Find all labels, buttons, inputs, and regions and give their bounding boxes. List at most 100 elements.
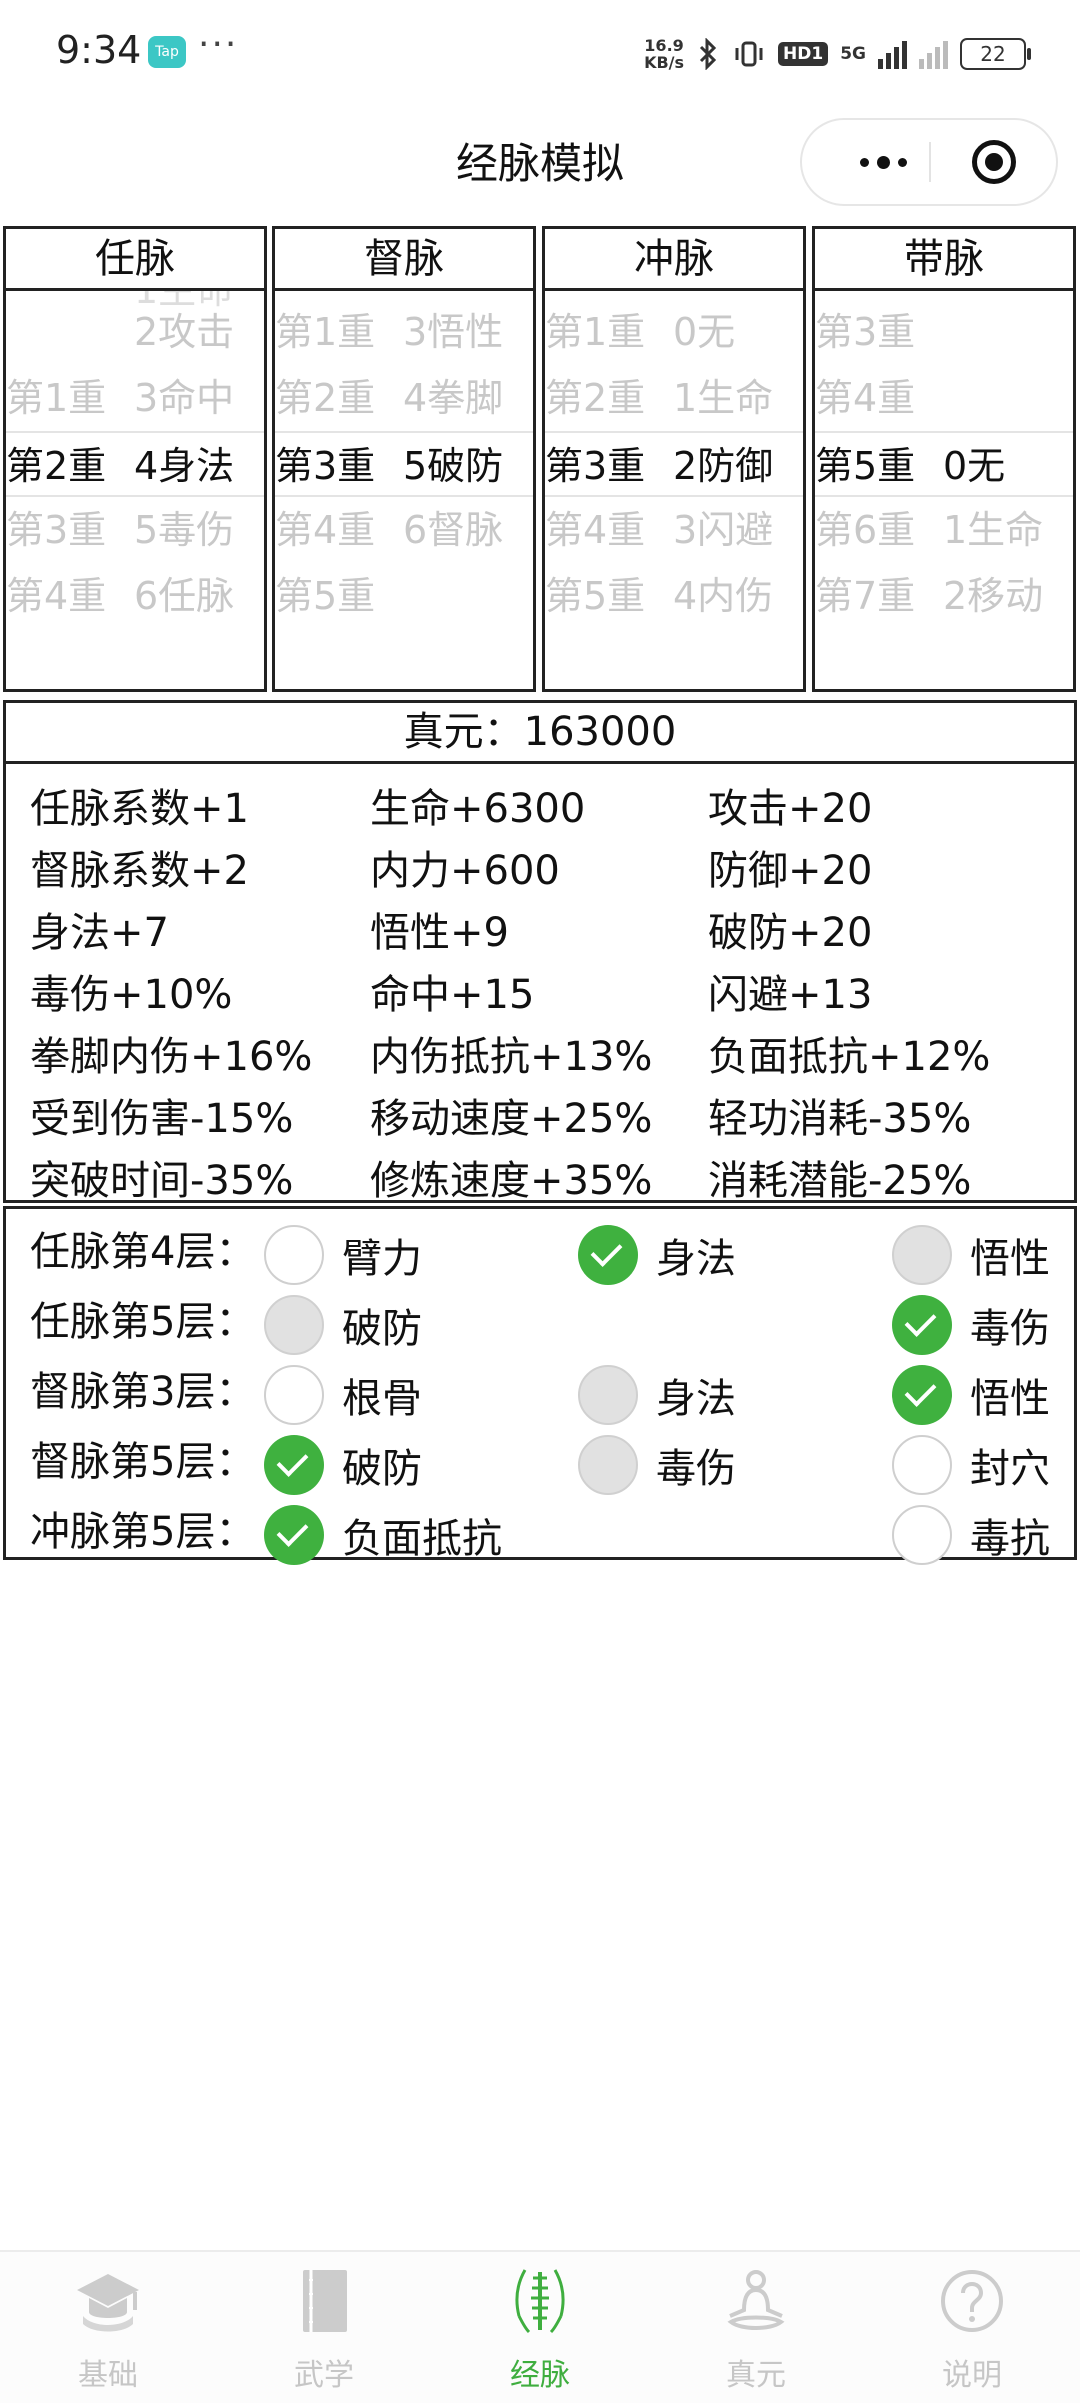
option-choice[interactable]: 悟性 [892, 1363, 1050, 1427]
radio-disabled-icon[interactable] [264, 1295, 324, 1355]
picker-row[interactable]: 2攻击 [6, 299, 264, 365]
picker-row[interactable]: 第4重 [815, 365, 1073, 431]
miniprogram-capsule [800, 118, 1058, 206]
option-row-label: 任脉第5层： [30, 1299, 256, 1345]
option-row-label: 冲脉第5层： [30, 1509, 256, 1555]
picker-row-selected[interactable]: 第5重 0无 [815, 431, 1073, 497]
picker-row-selected[interactable]: 第3重 2防御 [545, 431, 803, 497]
stat-value: 轻功消耗-35% [708, 1096, 972, 1142]
radio-unchecked-icon[interactable] [264, 1225, 324, 1285]
stat-value: 移动速度+25% [370, 1096, 653, 1142]
tab-basic[interactable]: 基础 [0, 2252, 216, 2403]
option-choice[interactable]: 破防 [264, 1433, 422, 1497]
picker-dumai[interactable]: 督脉 第1重 3悟性 第2重 4拳脚 第3重 5破防 第4重 6督脉 第5重 [272, 226, 536, 692]
stat-value: 修炼速度+35% [370, 1158, 653, 1204]
option-choice[interactable]: 臂力 [264, 1223, 422, 1287]
meridian-body-icon [515, 2269, 565, 2334]
bottom-tab-bar: 基础 武学 经脉 真元 说明 [0, 2250, 1080, 2403]
picker-row[interactable]: 第4重 6任脉 [6, 563, 264, 629]
stat-value: 任脉系数+1 [30, 786, 249, 832]
picker-title: 带脉 [815, 229, 1073, 291]
vibrate-icon [735, 41, 763, 67]
radio-unchecked-icon[interactable] [264, 1365, 324, 1425]
stat-value: 毒伤+10% [30, 972, 233, 1018]
stat-value: 闪避+13 [708, 972, 873, 1018]
options-panel: 任脉第4层： 臂力 身法 悟性 任脉第5层： 破防 毒伤 督脉第3层： 根骨 身… [3, 1206, 1077, 1565]
picker-row[interactable]: 第3重 5毒伤 [6, 497, 264, 563]
stat-value: 突破时间-35% [30, 1158, 294, 1204]
picker-row[interactable]: 第3重 [815, 299, 1073, 365]
picker-chongmai[interactable]: 冲脉 第1重 0无 第2重 1生命 第3重 2防御 第4重 3闪避 第5重 4内伤 [542, 226, 806, 692]
stat-value: 负面抵抗+12% [708, 1034, 991, 1080]
picker-renmai[interactable]: 任脉 1生命 2攻击 第1重3命中 第2重4身法 第3重5毒伤 第4重6任脉 [3, 226, 267, 692]
picker-row[interactable]: 第6重 1生命 [815, 497, 1073, 563]
option-row-label: 任脉第4层： [30, 1229, 256, 1275]
option-row-label: 督脉第5层： [30, 1439, 256, 1485]
radio-unchecked-icon[interactable] [892, 1505, 952, 1565]
stat-value: 生命+6300 [370, 786, 586, 832]
stat-value: 拳脚内伤+16% [30, 1034, 313, 1080]
battery-icon: 22 [960, 38, 1031, 70]
picker-row[interactable]: 第2重 1生命 [545, 365, 803, 431]
check-circle-icon[interactable] [264, 1505, 324, 1565]
radio-unchecked-icon[interactable] [892, 1435, 952, 1495]
option-choice[interactable]: 身法 [578, 1223, 736, 1287]
option-choice[interactable]: 封穴 [892, 1433, 1050, 1497]
picker-title: 任脉 [6, 229, 264, 291]
picker-scroll-column[interactable]: 1生命 2攻击 第1重3命中 第2重4身法 第3重5毒伤 第4重6任脉 [6, 291, 264, 689]
picker-row[interactable]: 第4重 6督脉 [275, 497, 533, 563]
stat-value: 内力+600 [370, 848, 560, 894]
option-choice[interactable]: 毒伤 [892, 1293, 1050, 1357]
picker-row[interactable]: 第5重 [275, 563, 533, 629]
stat-value: 破防+20 [708, 910, 873, 956]
status-time: 9:34 [56, 28, 142, 72]
radio-disabled-icon[interactable] [892, 1225, 952, 1285]
picker-row-selected[interactable]: 第3重 5破防 [275, 431, 533, 497]
picker-row-selected[interactable]: 第2重 4身法 [6, 431, 264, 497]
check-circle-icon[interactable] [578, 1225, 638, 1285]
option-choice[interactable]: 身法 [578, 1363, 736, 1427]
option-choice[interactable]: 悟性 [892, 1223, 1050, 1287]
picker-row[interactable]: 第7重 2移动 [815, 563, 1073, 629]
network-type: 5G [840, 44, 866, 64]
radio-disabled-icon[interactable] [578, 1435, 638, 1495]
picker-row[interactable]: 第1重 3命中 [6, 365, 264, 431]
picker-daimai[interactable]: 带脉 第3重 第4重 第5重 0无 第6重 1生命 第7重 2移动 [812, 226, 1076, 692]
capsule-divider [929, 142, 931, 182]
option-choice[interactable]: 毒伤 [578, 1433, 736, 1497]
signal-icon [878, 39, 907, 69]
tab-meridian[interactable]: 经脉 [432, 2252, 648, 2403]
stat-value: 督脉系数+2 [30, 848, 249, 894]
option-choice[interactable]: 根骨 [264, 1363, 422, 1427]
picker-scroll-column[interactable]: 第1重 3悟性 第2重 4拳脚 第3重 5破防 第4重 6督脉 第5重 [275, 291, 533, 689]
check-circle-icon[interactable] [264, 1435, 324, 1495]
picker-row[interactable]: 第4重 3闪避 [545, 497, 803, 563]
check-circle-icon[interactable] [892, 1295, 952, 1355]
option-choice[interactable]: 毒抗 [892, 1503, 1050, 1567]
title-bar: 经脉模拟 [0, 110, 1080, 210]
signal-sim2-icon [919, 39, 948, 69]
picker-title: 督脉 [275, 229, 533, 291]
radio-disabled-icon[interactable] [578, 1365, 638, 1425]
option-choice[interactable]: 负面抵抗 [264, 1503, 502, 1567]
picker-row[interactable]: 第1重 0无 [545, 299, 803, 365]
option-choice[interactable]: 破防 [264, 1293, 422, 1357]
zhenyuan-total: 真元：163000 [3, 700, 1077, 764]
check-circle-icon[interactable] [892, 1365, 952, 1425]
tab-zhenyuan[interactable]: 真元 [648, 2252, 864, 2403]
tab-help[interactable]: 说明 [864, 2252, 1080, 2403]
picker-row[interactable]: 第1重 3悟性 [275, 299, 533, 365]
picker-row[interactable]: 第2重 4拳脚 [275, 365, 533, 431]
status-indicators: 16.9 KB/s HD1 5G 22 [644, 34, 1031, 74]
picker-title: 冲脉 [545, 229, 803, 291]
meditation-icon [727, 2270, 785, 2330]
picker-scroll-column[interactable]: 第3重 第4重 第5重 0无 第6重 1生命 第7重 2移动 [815, 291, 1073, 689]
stat-value: 攻击+20 [708, 786, 873, 832]
more-menu-button[interactable] [838, 120, 928, 204]
stat-value: 防御+20 [708, 848, 873, 894]
picker-scroll-column[interactable]: 第1重 0无 第2重 1生命 第3重 2防御 第4重 3闪避 第5重 4内伤 [545, 291, 803, 689]
status-bar: 9:34 Tap ··· 16.9 KB/s HD1 5G 22 [0, 0, 1080, 100]
close-miniprogram-button[interactable] [972, 140, 1016, 184]
picker-row[interactable]: 第5重 4内伤 [545, 563, 803, 629]
tab-martial[interactable]: 武学 [216, 2252, 432, 2403]
